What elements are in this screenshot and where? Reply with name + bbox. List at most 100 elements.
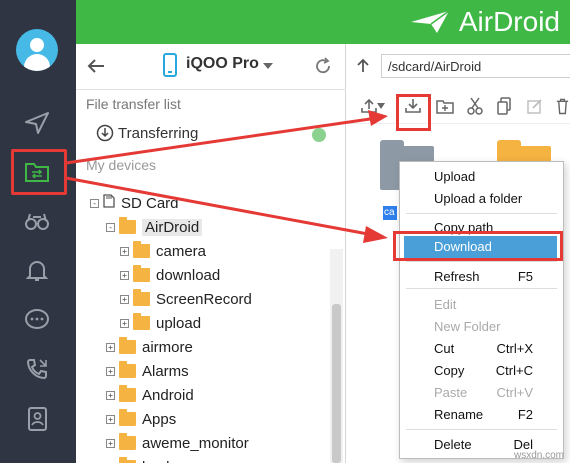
tree-item[interactable]: + download [120,264,220,286]
phone-device-icon [163,53,177,77]
new-folder-icon[interactable] [435,96,455,116]
expand-icon[interactable]: + [106,390,115,400]
menu-item-upload[interactable]: Upload [400,166,563,188]
chat-icon[interactable] [23,306,51,334]
tree-item[interactable]: + Alarms [106,360,189,382]
tree-item-label: Alarms [142,362,189,380]
tree-item[interactable]: + airmore [106,336,193,358]
menu-item-label: Edit [434,297,457,312]
chevron-down-icon[interactable] [262,62,274,70]
expand-icon[interactable]: + [120,294,129,304]
tree-item[interactable]: - AirDroid [106,216,203,238]
path-input[interactable]: /sdcard/AirDroid [381,54,570,78]
top-header: AirDroid [76,0,570,44]
tree-item[interactable]: + camera [120,240,206,262]
tree-item[interactable]: + Apps [106,408,176,430]
tree-item[interactable]: + Android [106,384,194,406]
menu-separator [406,429,557,430]
highlight-box-file-transfer [11,149,67,195]
transfer-count-badge [312,128,326,142]
file-toolbar [347,90,570,124]
menu-separator [406,288,557,289]
copy-icon[interactable] [494,96,514,116]
menu-item-upload-a-folder[interactable]: Upload a folder [400,188,563,210]
menu-item-label: Upload [434,169,476,184]
expand-icon[interactable]: + [120,318,129,328]
back-icon[interactable] [86,58,106,74]
menu-item-label: Rename [434,407,484,422]
user-avatar[interactable] [16,29,58,71]
expand-icon[interactable]: + [106,342,115,352]
device-panel: iQOO Pro File transfer list Transferring… [76,44,346,463]
expand-icon[interactable]: + [120,246,129,256]
binoculars-icon[interactable] [23,207,51,235]
highlight-box-download-button [396,94,431,131]
expand-icon[interactable]: + [106,366,115,376]
brand-name: AirDroid [458,6,560,37]
paper-plane-logo-icon [410,10,450,33]
up-folder-icon[interactable] [355,58,371,74]
collapse-icon[interactable]: - [106,222,115,232]
bell-icon[interactable] [23,257,51,285]
menu-item-new-folder[interactable]: New Folder [400,316,563,338]
tree-item-label: upload [156,314,202,332]
tree-item[interactable]: + upload [120,312,201,334]
collapse-icon[interactable]: - [90,198,99,208]
menu-item-label: Paste [434,385,468,400]
transferring-item[interactable]: Transferring [96,124,198,142]
scrollbar-thumb[interactable] [332,304,341,463]
tree-item[interactable]: + ScreenRecord [120,288,252,310]
tree-item-label: AirDroid [142,218,203,236]
file-transfer-caption: File transfer list [86,96,181,112]
expand-icon[interactable]: + [120,270,129,280]
menu-item-paste[interactable]: Paste Ctrl+V [400,382,563,404]
transferring-label: Transferring [118,124,199,142]
tree-item-label: SD Card [121,194,179,212]
cut-icon[interactable] [465,96,485,116]
menu-item-label: Refresh [434,269,480,284]
tree-item-label: Android [142,386,194,404]
send-icon[interactable] [23,109,51,137]
edit-icon[interactable] [525,96,545,116]
folder-icon [119,361,136,378]
menu-shortcut: F2 [517,407,533,422]
phone-icon[interactable] [23,355,51,383]
expand-icon[interactable]: + [106,438,115,448]
context-menu: Upload Upload a folder Copy path Download Re… [399,161,564,459]
delete-icon[interactable] [555,96,570,116]
menu-item-cut[interactable]: Cut Ctrl+X [400,338,563,360]
menu-shortcut: Ctrl+X [496,341,533,356]
folder-icon [119,433,136,450]
menu-separator [406,213,557,214]
tree-item[interactable]: + aweme_monitor [106,432,249,454]
menu-item-label: Upload a folder [434,191,523,206]
folder-icon [133,313,150,330]
tree-item-label: camera [156,242,207,260]
menu-shortcut: Ctrl+C [495,363,533,378]
device-name[interactable]: iQOO Pro [186,55,259,73]
folder-icon [133,241,150,258]
menu-item-edit[interactable]: Edit [400,294,563,316]
folder-icon [119,217,136,234]
tree-scrollbar[interactable] [330,249,343,463]
upload-dropdown-icon[interactable] [376,96,386,116]
my-devices-caption: My devices [86,157,157,173]
menu-item-refresh[interactable]: Refresh F5 [400,266,563,288]
menu-item-label: Copy [434,363,465,378]
menu-item-rename[interactable]: Rename F2 [400,404,563,426]
brand-logo: AirDroid [409,5,560,39]
highlight-box-download-menu [393,231,563,261]
airdroid-window: AirDroid iQOO Pro File transfer list Tra… [0,0,570,463]
menu-separator [406,261,557,262]
tree-item[interactable]: +backups [106,456,198,463]
folder-icon [119,385,136,402]
folder-icon [119,409,136,426]
expand-icon[interactable]: + [106,414,115,424]
contacts-icon[interactable] [23,405,51,433]
folder-icon [133,265,150,282]
tree-item-label: download [156,266,221,284]
refresh-icon[interactable] [314,57,332,75]
menu-item-copy[interactable]: Copy Ctrl+C [400,360,563,382]
tree-item[interactable]: - SD Card [90,192,179,214]
menu-item-label: Delete [434,437,472,452]
